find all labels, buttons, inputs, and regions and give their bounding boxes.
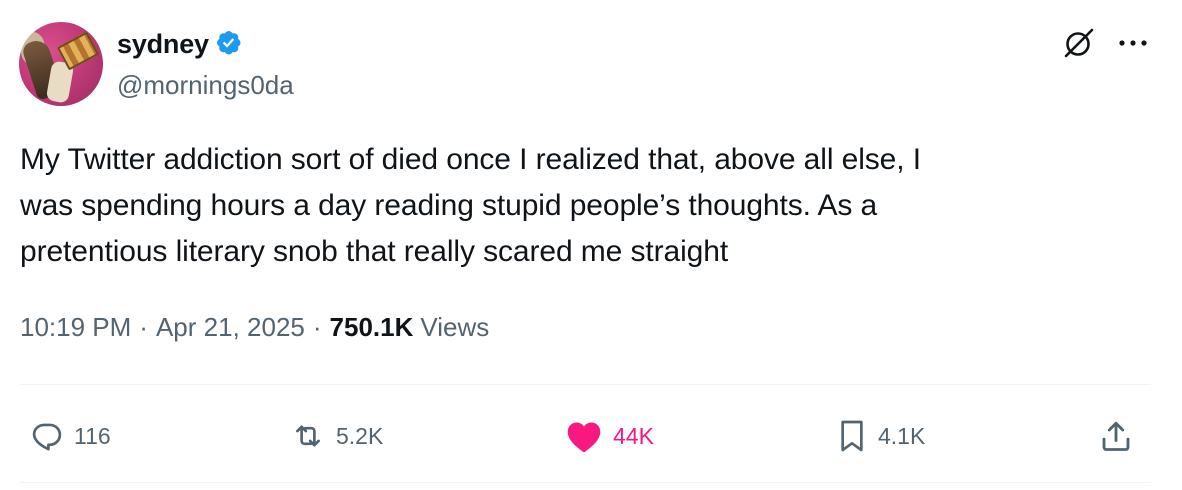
- repost-button[interactable]: 5.2K: [290, 412, 383, 460]
- bookmark-count: 4.1K: [878, 422, 926, 449]
- more-icon[interactable]: [1114, 32, 1152, 54]
- tweet-text: My Twitter addiction sort of died once I…: [20, 143, 921, 268]
- like-count: 44K: [613, 422, 654, 449]
- bookmark-icon: [841, 420, 863, 452]
- meta-separator: ·: [312, 312, 322, 342]
- reply-button[interactable]: 116: [30, 412, 111, 460]
- meta-separator: ·: [139, 312, 148, 342]
- action-bar: 116 5.2K 44K 4.1K: [0, 412, 1182, 460]
- tweet-meta: 10:19 PM · Apr 21, 2025 · 750.1K Views: [20, 312, 489, 343]
- repost-icon: [296, 425, 320, 447]
- views-label[interactable]: Views: [420, 312, 489, 343]
- verified-badge-icon[interactable]: [215, 29, 245, 59]
- tweet-date[interactable]: Apr 21, 2025: [156, 312, 305, 343]
- share-icon: [1102, 421, 1130, 451]
- display-name[interactable]: sydney: [117, 29, 209, 60]
- author-handle[interactable]: @mornings0da: [117, 70, 294, 101]
- tweet-time[interactable]: 10:19 PM: [20, 312, 131, 343]
- reply-count: 116: [74, 422, 111, 449]
- share-button[interactable]: [1098, 412, 1134, 460]
- divider: [20, 384, 1151, 385]
- bookmark-button[interactable]: 4.1K: [836, 412, 925, 460]
- divider: [20, 482, 1151, 483]
- heart-icon: [567, 422, 601, 453]
- like-button[interactable]: 44K: [565, 412, 654, 460]
- avatar[interactable]: [19, 22, 103, 106]
- repost-count: 5.2K: [336, 422, 384, 449]
- author-name-row: sydney: [117, 26, 245, 62]
- reply-icon: [32, 423, 62, 451]
- views-count[interactable]: 750.1K: [330, 312, 414, 343]
- grok-icon[interactable]: [1062, 26, 1096, 60]
